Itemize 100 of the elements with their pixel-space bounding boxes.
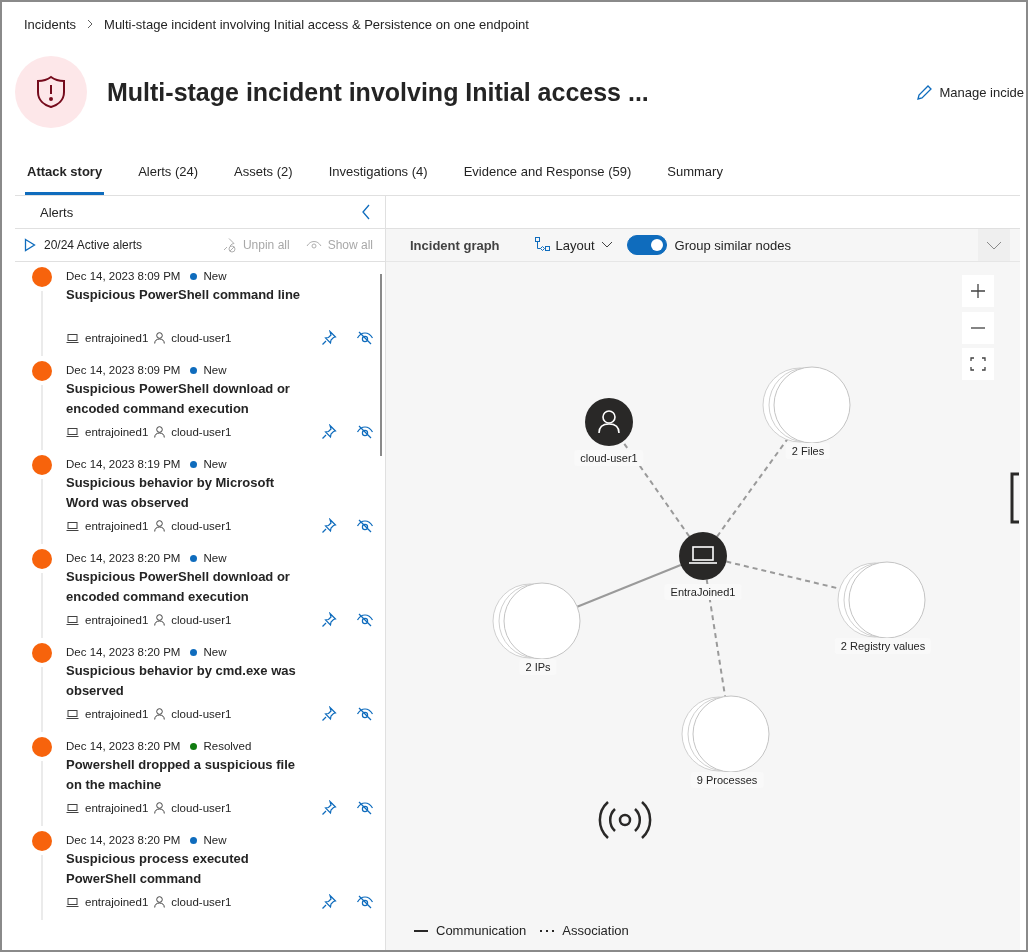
alert-time: Dec 14, 2023 8:09 PM	[66, 364, 181, 376]
fit-view-button[interactable]	[962, 348, 994, 380]
shield-alert-icon	[35, 75, 67, 109]
alert-status: New	[203, 552, 227, 564]
user-name: cloud-user1	[171, 520, 233, 532]
laptop-icon	[66, 332, 79, 344]
minus-icon	[970, 327, 986, 329]
laptop-icon	[66, 426, 79, 438]
alert-title: Suspicious PowerShell download or encoded command execution	[66, 380, 291, 418]
user-name: cloud-user1	[171, 896, 233, 908]
alert-item[interactable]: Dec 14, 2023 8:20 PM New Suspicious behavior by cmd.exe was observed entrajoined1 cloud-user1	[15, 638, 385, 732]
alert-status: New	[203, 270, 227, 282]
alert-status: New	[203, 646, 227, 658]
incident-title: Multi-stage incident involving Initial access ...	[107, 77, 650, 107]
node-cluster[interactable]	[762, 366, 851, 444]
laptop-icon	[66, 520, 79, 532]
tab[interactable]: Summary	[665, 150, 725, 195]
active-alerts-count: 20/24 Active alerts	[44, 238, 144, 252]
pin-icon	[321, 894, 337, 910]
alert-title: Suspicious PowerShell command line	[66, 286, 302, 304]
user-node[interactable]	[585, 398, 633, 446]
eye-off-icon	[356, 424, 374, 440]
pin-icon	[321, 800, 337, 816]
alert-item[interactable]: Dec 14, 2023 8:20 PM New Suspicious PowerShell download or encoded command execution entrajoined1 cloud-user1	[15, 544, 385, 638]
alert-time: Dec 14, 2023 8:19 PM	[66, 458, 181, 470]
alert-title: Suspicious process executed PowerShell command	[66, 850, 250, 888]
alert-item[interactable]: Dec 14, 2023 8:20 PM Resolved Powershell dropped a suspicious file on the machine entrajoined1 cloud-user1	[15, 732, 385, 826]
alert-time: Dec 14, 2023 8:20 PM	[66, 646, 181, 658]
user-name: cloud-user1	[171, 802, 233, 814]
device-name: entrajoined1	[85, 426, 149, 438]
manage-incident-link[interactable]: Manage incide	[916, 83, 1024, 101]
person-icon	[154, 896, 166, 908]
legend-label: Communication	[436, 923, 527, 938]
eye-icon	[305, 239, 322, 251]
alert-status: New	[203, 834, 227, 846]
laptop-icon	[66, 896, 79, 908]
chevron-right-icon	[86, 19, 95, 29]
alert-status: New	[203, 458, 227, 470]
person-icon	[154, 708, 166, 720]
alert-item[interactable]: Dec 14, 2023 8:09 PM New Suspicious PowerShell command line entrajoined1 cloud-user1	[15, 262, 385, 356]
person-icon	[154, 332, 166, 344]
node-cluster[interactable]	[492, 582, 581, 660]
zoom-in-button[interactable]	[962, 275, 994, 307]
severity-dot	[32, 455, 52, 475]
breadcrumb-link[interactable]: Multi-stage incident involving Initial access & Persistence on one endpoint	[104, 16, 529, 32]
alert-status: Resolved	[203, 740, 252, 752]
alert-time: Dec 14, 2023 8:09 PM	[66, 270, 181, 282]
alert-item[interactable]: Dec 14, 2023 8:19 PM New Suspicious behavior by Microsoft Word was observed entrajoined1 cloud-user1	[15, 450, 385, 544]
alert-title: Suspicious PowerShell download or encoded command execution	[66, 568, 291, 606]
device-name: entrajoined1	[85, 896, 149, 908]
tab[interactable]: Assets (2)	[232, 150, 295, 195]
broadcast-icon	[598, 800, 652, 840]
toggle-switch[interactable]	[626, 235, 667, 255]
severity-dot	[32, 643, 52, 663]
alert-time: Dec 14, 2023 8:20 PM	[66, 740, 181, 752]
play-icon[interactable]	[24, 238, 36, 252]
layout-icon	[533, 237, 550, 253]
pin-icon	[321, 612, 337, 628]
tab[interactable]: Attack story	[25, 150, 105, 195]
fit-icon	[970, 357, 986, 371]
eye-off-icon	[356, 706, 374, 722]
severity-dot	[32, 361, 52, 381]
user-name: cloud-user1	[171, 426, 233, 438]
node-cluster[interactable]	[681, 695, 770, 773]
person-icon	[154, 614, 166, 626]
person-icon	[154, 802, 166, 814]
node-cluster[interactable]	[837, 561, 926, 639]
breadcrumb-link[interactable]: Incidents	[24, 16, 77, 32]
alert-item[interactable]: Dec 14, 2023 8:20 PM New Suspicious process executed PowerShell command entrajoined1 cloud-user1	[15, 826, 385, 920]
chevron-down-icon	[986, 240, 1002, 250]
tab[interactable]: Alerts (24)	[136, 150, 201, 195]
device-name: entrajoined1	[85, 614, 149, 626]
device-name: entrajoined1	[85, 802, 149, 814]
zoom-out-button[interactable]	[962, 312, 994, 344]
bracket-icon	[1010, 472, 1019, 524]
tab[interactable]: Investigations (4)	[326, 150, 430, 195]
eye-off-icon	[356, 518, 374, 534]
dotted-line-icon	[540, 928, 555, 933]
graph-title: Incident graph	[410, 237, 500, 253]
pin-icon	[321, 424, 337, 440]
chevron-left-icon[interactable]	[361, 204, 371, 220]
laptop-icon	[66, 614, 79, 626]
toggle-label: Group similar nodes	[674, 237, 792, 253]
pin-icon	[321, 330, 337, 346]
laptop-node[interactable]	[679, 532, 727, 580]
tab[interactable]: Evidence and Response (59)	[461, 150, 634, 195]
alert-time: Dec 14, 2023 8:20 PM	[66, 552, 181, 564]
alert-item[interactable]: Dec 14, 2023 8:09 PM New Suspicious PowerShell download or encoded command execution entrajoined1 cloud-user1	[15, 356, 385, 450]
pin-icon	[321, 518, 337, 534]
severity-dot	[32, 267, 52, 287]
alert-status: New	[203, 364, 227, 376]
panel-title: Alerts	[40, 204, 74, 220]
device-name: entrajoined1	[85, 708, 149, 720]
pencil-icon	[916, 83, 934, 101]
device-name: entrajoined1	[85, 332, 149, 344]
laptop-icon	[66, 708, 79, 720]
chevron-down-icon	[600, 241, 613, 249]
user-name: cloud-user1	[171, 708, 233, 720]
layout-dropdown[interactable]: Layout	[533, 237, 613, 253]
eye-off-icon	[356, 612, 374, 628]
